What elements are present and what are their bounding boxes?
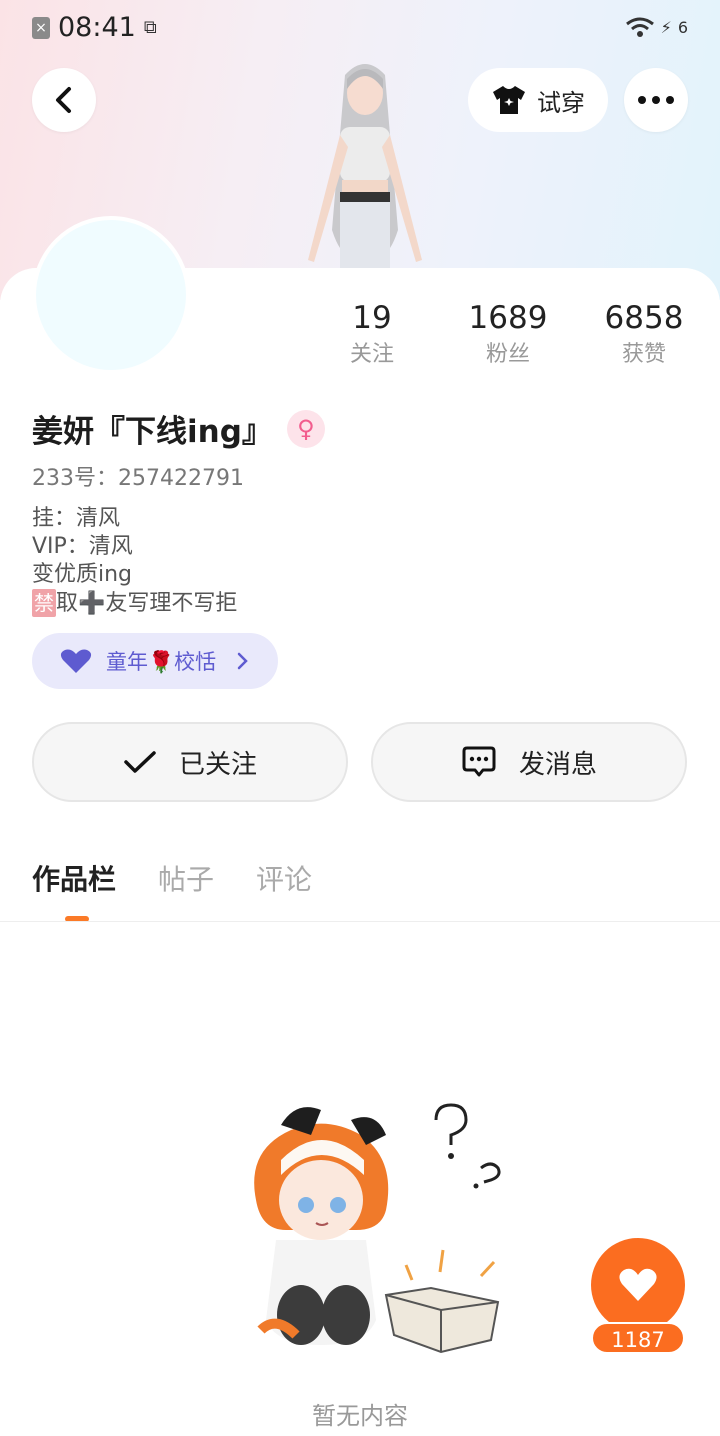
bio: 挂：清风 VIP：清风 变优质ing 禁取➕友写理不写拒	[32, 505, 237, 618]
tab-comments[interactable]: 评论	[256, 858, 312, 898]
stat-fans[interactable]: 1689 粉丝	[448, 298, 568, 372]
guild-badge[interactable]: 童年🌹校恬	[32, 633, 278, 689]
fans-label: 粉丝	[485, 342, 530, 367]
likes-received-count: 6858	[604, 300, 684, 336]
stat-likes[interactable]: 6858 获赞	[584, 298, 704, 372]
follow-button[interactable]: 已关注	[32, 722, 348, 802]
empty-state-illustration	[254, 1103, 501, 1354]
username: 姜妍『下线ing』	[32, 414, 273, 450]
charging-icon: ⚡	[660, 17, 672, 37]
guild-label: 童年🌹校恬	[106, 650, 217, 674]
back-button[interactable]	[32, 68, 96, 132]
chevron-left-icon	[56, 87, 71, 113]
prohibited-badge: 禁	[32, 589, 56, 617]
tshirt-icon	[493, 86, 525, 114]
checkmark-icon	[124, 751, 156, 773]
message-button[interactable]: 发消息	[371, 722, 687, 802]
message-label: 发消息	[518, 749, 597, 780]
bio-line: 禁取➕友写理不写拒	[32, 589, 237, 618]
try-on-button[interactable]: 试穿	[468, 68, 608, 132]
name-row: 姜妍『下线ing』 ♀	[32, 406, 325, 451]
bio-line-text: 取➕友写理不写拒	[56, 591, 238, 616]
more-options-button[interactable]	[624, 68, 688, 132]
status-time: 08:41	[58, 12, 136, 43]
user-id: 233号：257422791	[32, 466, 244, 491]
female-gender-icon: ♀	[286, 409, 325, 448]
battery-level: 6	[677, 17, 688, 37]
notification-icon: ×	[32, 16, 50, 39]
tab-works[interactable]: 作品栏	[32, 858, 116, 898]
following-label: 关注	[349, 342, 394, 367]
likes-received-label: 获赞	[621, 342, 666, 367]
empty-state-text: 暂无内容	[312, 1402, 408, 1430]
bio-line: VIP：清风	[32, 534, 133, 559]
following-count: 19	[352, 300, 392, 336]
status-bar: × 08:41 ⧉ ⚡ 6	[0, 0, 720, 58]
stat-following[interactable]: 19 关注	[312, 298, 432, 372]
more-dots-icon	[638, 96, 674, 104]
bio-line: 挂：清风	[32, 506, 121, 531]
avatar-character-figure	[308, 64, 422, 270]
tab-bar: 作品栏 帖子 评论	[32, 858, 312, 898]
follow-label: 已关注	[178, 749, 257, 780]
like-count: 1187	[591, 1322, 685, 1354]
try-on-label: 试穿	[537, 88, 585, 117]
heart-icon	[60, 649, 92, 673]
wifi-icon	[625, 17, 654, 37]
like-button[interactable]	[591, 1238, 685, 1332]
avatar[interactable]	[32, 216, 190, 374]
tab-posts[interactable]: 帖子	[158, 858, 214, 898]
app-notification-icon: ⧉	[143, 17, 157, 38]
chat-bubble-icon	[462, 746, 496, 777]
heart-icon	[619, 1268, 657, 1301]
chevron-right-icon	[237, 652, 248, 670]
fans-count: 1689	[468, 300, 548, 336]
bio-line: 变优质ing	[32, 562, 133, 587]
divider	[0, 921, 720, 922]
